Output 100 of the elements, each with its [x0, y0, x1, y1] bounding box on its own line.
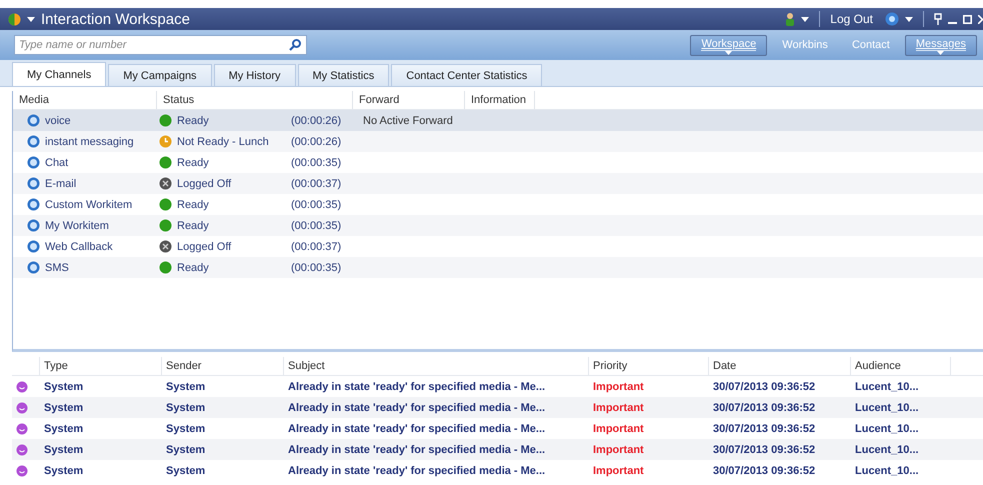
table-cell-text: Already in state 'ready' for specified media - Me...	[287, 380, 546, 392]
table-cell-text: Lucent_10...	[854, 464, 920, 476]
status-text: Ready	[177, 114, 209, 126]
channel-icon	[27, 135, 40, 148]
duration-text: (00:00:26)	[291, 114, 342, 126]
table-cell-text: 30/07/2013 09:36:52	[712, 380, 816, 392]
table-cell-text: 30/07/2013 09:36:52	[712, 422, 816, 434]
table-cell-text: System	[43, 380, 84, 392]
channel-icon	[27, 219, 40, 232]
column-header[interactable]: Information	[465, 91, 535, 109]
help-icon[interactable]	[885, 12, 899, 26]
status-text: Ready	[177, 262, 209, 274]
column-header[interactable]: Subject	[284, 357, 589, 375]
table-cell-text: Already in state 'ready' for specified media - Me...	[287, 422, 546, 434]
table-cell-text: Important	[592, 380, 645, 392]
search-icon[interactable]	[289, 39, 301, 51]
channel-row[interactable]: SMS Ready (00:00:35)	[13, 257, 983, 278]
message-icon	[16, 422, 28, 434]
table-cell-text: System	[43, 422, 84, 434]
media-name: instant messaging	[45, 136, 134, 148]
search-field[interactable]: Type name or number	[14, 35, 307, 55]
table-cell-text: 30/07/2013 09:36:52	[712, 402, 816, 414]
table-cell-text: System	[165, 380, 206, 392]
tab[interactable]: My Statistics	[298, 64, 390, 86]
channel-row[interactable]: Custom Workitem Ready (00:00:35)	[13, 194, 983, 215]
table-cell-text: System	[165, 464, 206, 476]
app-logo-icon	[8, 12, 21, 26]
column-header[interactable]: Forward	[353, 91, 465, 109]
media-name: voice	[45, 114, 71, 126]
caret-icon[interactable]	[801, 16, 810, 22]
table-cell-text: Lucent_10...	[854, 380, 920, 392]
channel-row[interactable]: voice Ready (00:00:26) No Active Forward	[13, 110, 983, 131]
duration-text: (00:00:37)	[291, 178, 342, 190]
column-header[interactable]: Audience	[851, 357, 951, 375]
duration-text: (00:00:35)	[291, 262, 342, 274]
log-out-link[interactable]: Log Out	[830, 12, 873, 26]
table-cell-text: Important	[592, 422, 645, 434]
column-header[interactable]: Type	[40, 357, 162, 375]
channel-row[interactable]: E-mail Logged Off (00:00:37)	[13, 173, 983, 194]
forward-text: No Active Forward	[363, 114, 453, 126]
media-name: Web Callback	[45, 240, 113, 252]
channel-row[interactable]: Web Callback Logged Off (00:00:37)	[13, 236, 983, 257]
tab[interactable]: My History	[214, 64, 296, 86]
duration-text: (00:00:35)	[291, 198, 342, 210]
tab[interactable]: My Campaigns	[108, 64, 212, 86]
column-header[interactable]: Date	[709, 357, 851, 375]
channel-icon	[27, 177, 40, 190]
table-cell-text: System	[43, 402, 84, 414]
status-text: Ready	[177, 198, 209, 210]
maximize-icon[interactable]	[963, 14, 972, 24]
column-header[interactable]: Media	[13, 91, 157, 109]
media-name: My Workitem	[45, 220, 109, 232]
table-cell-text: System	[43, 464, 84, 476]
duration-text: (00:00:26)	[291, 136, 342, 148]
channel-icon	[27, 240, 40, 253]
channel-row[interactable]: Chat Ready (00:00:35)	[13, 152, 983, 173]
table-cell-text: System	[165, 402, 206, 414]
media-name: Custom Workitem	[45, 198, 132, 210]
media-name: E-mail	[45, 178, 76, 190]
table-cell-text: Important	[592, 464, 645, 476]
status-text: Ready	[177, 156, 209, 168]
table-cell-text: System	[165, 444, 206, 456]
table-cell-text: 30/07/2013 09:36:52	[712, 444, 816, 456]
media-name: Chat	[45, 156, 68, 168]
caret-icon	[937, 50, 944, 54]
caret-icon	[725, 50, 732, 54]
duration-text: (00:00:35)	[291, 156, 342, 168]
table-cell-text: 30/07/2013 09:36:52	[712, 464, 816, 476]
channel-row[interactable]: instant messaging Not Ready - Lunch (00:00:26)	[13, 131, 983, 152]
status-text: Logged Off	[177, 178, 232, 190]
tab[interactable]: Contact Center Statistics	[391, 64, 542, 86]
table-cell-text: Lucent_10...	[854, 422, 920, 434]
person-icon[interactable]	[785, 12, 796, 26]
pin-icon[interactable]	[934, 13, 942, 25]
channel-icon	[27, 198, 40, 211]
window-title: Interaction Workspace	[41, 10, 190, 28]
message-icon	[16, 402, 28, 414]
duration-text: (00:00:37)	[291, 240, 342, 252]
table-cell-text: Important	[592, 402, 645, 414]
table-cell-text: Lucent_10...	[854, 444, 920, 456]
caret-icon[interactable]	[905, 16, 913, 22]
table-cell-text: System	[43, 444, 84, 456]
close-icon[interactable]	[978, 14, 983, 24]
duration-text: (00:00:35)	[291, 220, 342, 232]
table-cell-text: Important	[592, 444, 645, 456]
status-text: Logged Off	[177, 240, 232, 252]
table-cell-text: System	[165, 422, 206, 434]
table-cell-text: Already in state 'ready' for specified media - Me...	[287, 402, 546, 414]
media-name: SMS	[45, 262, 69, 274]
table-cell-text: Already in state 'ready' for specified media - Me...	[287, 464, 546, 476]
channel-icon	[27, 156, 40, 169]
column-header[interactable]: Priority	[589, 357, 709, 375]
message-icon	[16, 444, 28, 456]
table-cell-text: Already in state 'ready' for specified media - Me...	[287, 444, 546, 456]
table-cell-text: Lucent_10...	[854, 402, 920, 414]
channel-row[interactable]: My Workitem Ready (00:00:35)	[13, 215, 983, 236]
column-header[interactable]: Sender	[162, 357, 284, 375]
tab[interactable]: My Channels	[12, 62, 106, 86]
caret-icon[interactable]	[27, 16, 35, 22]
column-header[interactable]: Status	[157, 91, 353, 109]
